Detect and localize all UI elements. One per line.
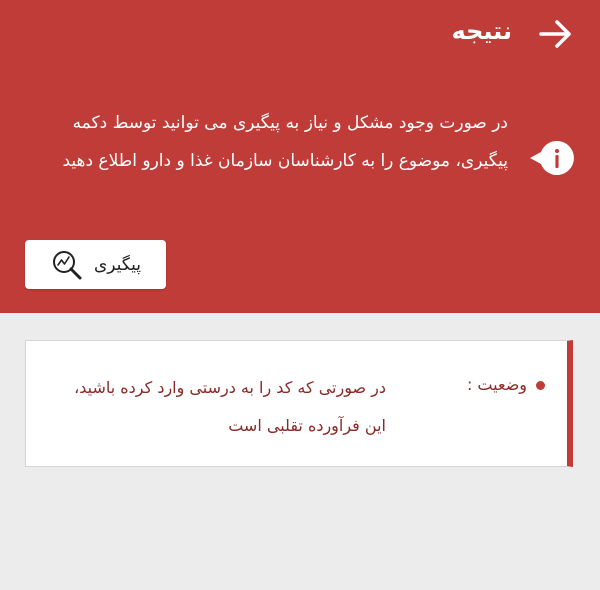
status-bullet [536,381,545,390]
info-message: در صورت وجود مشکل و نیاز به پیگیری می تو… [62,113,508,171]
page-title: نتیجه [451,17,512,45]
search-trend-icon [52,250,82,279]
status-label: وضعیت : [466,375,527,394]
track-button[interactable]: پیگیری [25,240,166,289]
info-icon [530,141,574,175]
result-card: وضعیت : در صورتی که کد را به درستی وارد … [25,340,573,467]
back-button[interactable] [534,12,578,56]
status-text: در صورتی که کد را به درستی وارد کرده باش… [74,378,386,435]
track-button-label: پیگیری [93,254,142,275]
arrow-right-icon [539,20,571,48]
header-panel: نتیجه در صورت وجود مشکل و نیاز به پیگیری… [0,0,600,313]
